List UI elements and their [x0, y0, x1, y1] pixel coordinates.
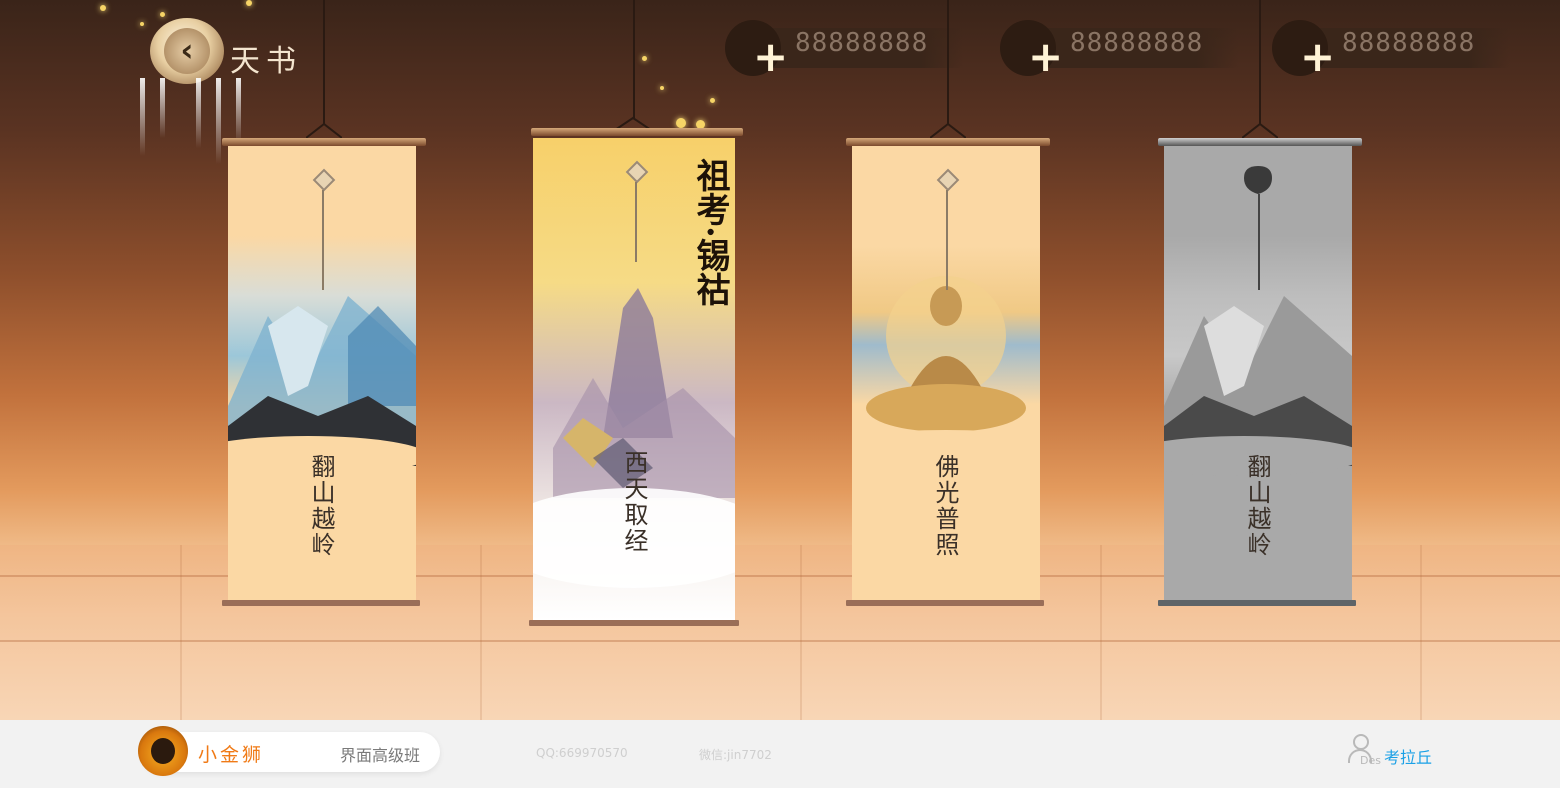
scroll-card-2[interactable]: 祖考·锡祜 西天取经: [529, 116, 743, 628]
top-rod: [222, 138, 426, 146]
scroll-card-3[interactable]: 佛光普照: [846, 120, 1050, 610]
hanger-triangle: [1242, 122, 1278, 139]
hanger-triangle: [306, 122, 342, 139]
tassel: [160, 78, 165, 138]
top-rod: [1158, 138, 1362, 146]
des-label: Des: [1360, 754, 1381, 767]
sparkle: [660, 86, 664, 90]
tassel: [140, 78, 145, 156]
page-title: 天书: [230, 44, 302, 79]
user-head: [1353, 734, 1369, 750]
add-currency-button[interactable]: +: [1028, 36, 1063, 78]
floorboard: [1420, 545, 1422, 720]
sparkle: [100, 5, 106, 11]
tassel: [196, 78, 201, 148]
scroll-panel: 佛光普照: [852, 146, 1040, 601]
scroll-title: 佛光普照: [931, 454, 959, 558]
tassel: [216, 78, 221, 164]
scroll-panel: 翻山越岭: [1164, 146, 1352, 601]
lion-logo-icon: [138, 726, 188, 776]
currency-value: 88888888: [795, 28, 929, 58]
lotus-frame-icon: ‹: [150, 18, 224, 84]
hanging-string: [323, 0, 325, 125]
brand-name: 小金狮: [198, 744, 265, 766]
scroll-title: 西天取经: [620, 450, 648, 554]
floor-line: [0, 640, 1560, 642]
sparkle: [140, 22, 144, 26]
ornament-line: [635, 182, 637, 262]
top-rod: [531, 128, 743, 136]
scroll-title: 翻山越岭: [307, 454, 335, 558]
bottom-rod: [222, 600, 420, 606]
calligraphy-seal: 祖考·锡祜: [690, 158, 730, 306]
scroll-card-4-locked[interactable]: 翻山越岭: [1158, 120, 1362, 610]
author-name: 考拉丘: [1384, 748, 1433, 767]
scroll-title: 翻山越岭: [1243, 454, 1271, 558]
lock-icon: [1244, 166, 1272, 194]
sparkle: [642, 56, 647, 61]
bottom-rod: [846, 600, 1044, 606]
currency-value: 88888888: [1070, 28, 1204, 58]
scroll-panel: 祖考·锡祜 西天取经: [533, 138, 735, 620]
hanging-string: [947, 0, 949, 125]
course-label: 界面高级班: [340, 746, 421, 765]
sparkle: [710, 98, 715, 103]
floorboard: [1100, 545, 1102, 720]
hanging-string: [1259, 0, 1261, 125]
game-scene: ‹ 天书 + 88888888 + 88888888 + 88888888 翻山…: [0, 0, 1560, 720]
bottom-rod: [529, 620, 739, 626]
currency-badge-1[interactable]: + 88888888: [725, 20, 965, 78]
hanger-triangle: [930, 122, 966, 139]
floorboard: [800, 545, 802, 720]
qq-contact: QQ:669970570: [536, 746, 628, 760]
footer-bar: 小金狮 界面高级班 QQ:669970570 微信:jin7702 Des 考拉…: [0, 720, 1560, 788]
wechat-contact: 微信:jin7702: [699, 748, 772, 762]
sparkle: [160, 12, 165, 17]
sparkle: [246, 0, 252, 6]
ornament-line: [946, 190, 948, 290]
chevron-left-icon: ‹: [164, 28, 210, 74]
top-rod: [846, 138, 1050, 146]
add-currency-button[interactable]: +: [1300, 36, 1335, 78]
floorboard: [180, 545, 182, 720]
bottom-rod: [1158, 600, 1356, 606]
floorboard: [480, 545, 482, 720]
currency-badge-3[interactable]: + 88888888: [1272, 20, 1512, 78]
currency-badge-2[interactable]: + 88888888: [1000, 20, 1240, 78]
lion-face: [151, 738, 175, 764]
ornament-line: [322, 190, 324, 290]
scroll-card-1[interactable]: 翻山越岭: [222, 120, 426, 610]
scroll-panel: 翻山越岭: [228, 146, 416, 601]
ornament-line: [1258, 194, 1260, 290]
currency-value: 88888888: [1342, 28, 1476, 58]
hanging-string: [633, 0, 635, 118]
add-currency-button[interactable]: +: [753, 36, 788, 78]
